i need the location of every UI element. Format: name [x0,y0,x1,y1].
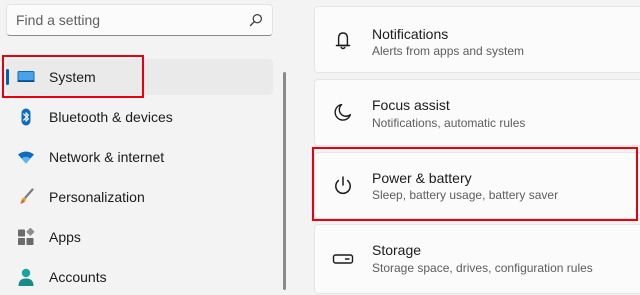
person-icon [18,268,34,286]
power-icon [335,176,351,195]
settings-card-notifications[interactable]: Notifications Alerts from apps and syste… [314,6,640,73]
paintbrush-icon [20,188,34,204]
bell-icon [335,32,351,50]
selection-indicator [6,69,9,85]
moon-icon [334,103,352,121]
storage-drive-icon [332,254,354,264]
sidebar-item-label: System [49,69,96,85]
settings-card-power-battery[interactable]: Power & battery Sleep, battery usage, ba… [314,152,640,219]
sidebar-item-label: Bluetooth & devices [49,109,173,125]
search-icon[interactable] [249,13,263,27]
card-subtitle: Alerts from apps and system [372,44,525,58]
card-title: Power & battery [372,170,472,186]
sidebar-item-apps[interactable]: Apps [6,219,273,255]
wifi-icon [18,151,34,164]
sidebar-item-bluetooth-devices[interactable]: Bluetooth & devices [6,99,273,135]
search-input[interactable] [7,5,236,35]
system-display-icon [17,71,35,82]
sidebar-scrollbar[interactable] [283,72,286,290]
settings-card-focus-assist[interactable]: Focus assist Notifications, automatic ru… [314,79,640,146]
settings-card-storage[interactable]: Storage Storage space, drives, configura… [314,224,640,294]
sidebar-item-label: Network & internet [49,149,165,165]
card-title: Notifications [372,26,449,42]
bluetooth-icon [21,108,31,126]
card-title: Focus assist [372,97,450,113]
card-subtitle: Storage space, drives, configuration rul… [372,261,593,275]
sidebar-item-label: Apps [49,229,81,245]
sidebar-item-label: Personalization [49,189,145,205]
card-subtitle: Notifications, automatic rules [372,116,526,130]
apps-icon [18,228,35,245]
card-title: Storage [372,242,422,258]
sidebar-item-network-internet[interactable]: Network & internet [6,139,273,175]
sidebar-item-label: Accounts [49,269,107,285]
sidebar-item-system[interactable]: System [6,59,273,95]
find-setting-search-box[interactable] [6,4,273,36]
card-subtitle: Sleep, battery usage, battery saver [372,188,559,202]
sidebar-item-personalization[interactable]: Personalization [6,179,273,215]
